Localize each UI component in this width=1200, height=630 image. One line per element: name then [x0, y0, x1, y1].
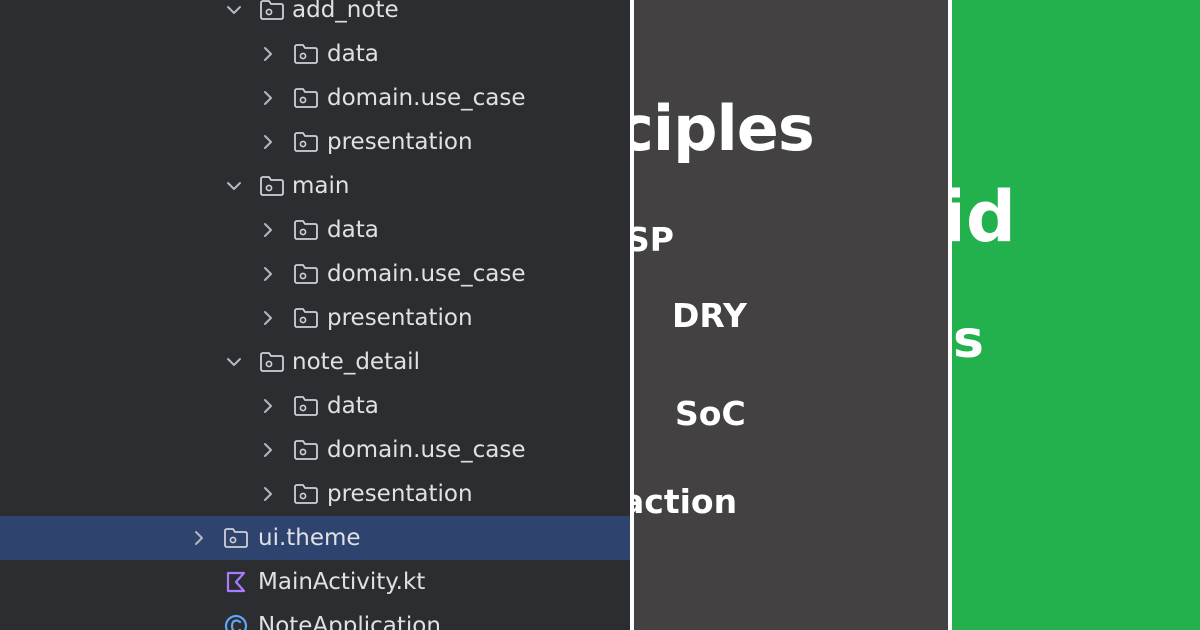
- principles-title: nciples: [634, 92, 815, 165]
- chevron-right-icon[interactable]: [256, 76, 280, 120]
- tree-row[interactable]: presentation: [0, 296, 630, 340]
- tree-row-label: main: [292, 173, 350, 199]
- tree-row-label: data: [327, 393, 379, 419]
- kotlin-class-icon: [222, 604, 250, 630]
- tree-row-label: data: [327, 217, 379, 243]
- package-folder-icon: [292, 252, 320, 296]
- green-heading: id: [952, 176, 1016, 258]
- tree-row[interactable]: presentation: [0, 120, 630, 164]
- chevron-right-icon[interactable]: [256, 296, 280, 340]
- tree-row-label: note_detail: [292, 349, 420, 375]
- chevron-right-icon[interactable]: [256, 428, 280, 472]
- chevron-right-icon[interactable]: [256, 208, 280, 252]
- tree-row-label: domain.use_case: [327, 261, 526, 287]
- package-folder-icon: [292, 428, 320, 472]
- chevron-right-icon[interactable]: [256, 472, 280, 516]
- tree-row[interactable]: data: [0, 32, 630, 76]
- tree-row[interactable]: main: [0, 164, 630, 208]
- tree-row[interactable]: presentation: [0, 472, 630, 516]
- tree-row-label: ui.theme: [258, 525, 361, 551]
- principle-item-dry: DRY: [672, 296, 747, 335]
- package-folder-icon: [258, 164, 286, 208]
- tree-row[interactable]: data: [0, 208, 630, 252]
- principle-item-sp: SP: [634, 220, 674, 259]
- principles-slide: nciples SP DRY SoC action: [634, 0, 948, 630]
- tree-row[interactable]: domain.use_case: [0, 428, 630, 472]
- package-folder-icon: [292, 76, 320, 120]
- package-folder-icon: [258, 340, 286, 384]
- green-slide: id s: [952, 0, 1200, 630]
- package-folder-icon: [258, 0, 286, 32]
- chevron-right-icon[interactable]: [256, 32, 280, 76]
- tree-row[interactable]: MainActivity.kt: [0, 560, 630, 604]
- package-folder-icon: [292, 384, 320, 428]
- kotlin-file-icon: [222, 560, 250, 604]
- tree-row[interactable]: note_detail: [0, 340, 630, 384]
- tree-row-label: MainActivity.kt: [258, 569, 426, 595]
- package-folder-icon: [292, 120, 320, 164]
- package-folder-icon: [292, 208, 320, 252]
- tree-row-label: presentation: [327, 129, 473, 155]
- tree-row-label: presentation: [327, 481, 473, 507]
- package-folder-icon: [292, 296, 320, 340]
- tree-row-label: NoteApplication: [258, 613, 441, 630]
- package-folder-icon: [292, 472, 320, 516]
- chevron-down-icon[interactable]: [222, 340, 246, 384]
- chevron-right-icon[interactable]: [187, 516, 211, 560]
- principle-item-action: action: [634, 482, 738, 521]
- tree-row-label: domain.use_case: [327, 437, 526, 463]
- tree-row[interactable]: domain.use_case: [0, 76, 630, 120]
- tree-row[interactable]: domain.use_case: [0, 252, 630, 296]
- chevron-down-icon[interactable]: [222, 0, 246, 32]
- chevron-right-icon[interactable]: [256, 384, 280, 428]
- tree-row[interactable]: NoteApplication: [0, 604, 630, 630]
- green-subheading: s: [953, 310, 984, 370]
- project-tree: add_notedata domain.use_case presentation m…: [0, 0, 630, 630]
- chevron-down-icon[interactable]: [222, 164, 246, 208]
- tree-row-label: presentation: [327, 305, 473, 331]
- chevron-right-icon[interactable]: [256, 252, 280, 296]
- tree-row-label: data: [327, 41, 379, 67]
- package-folder-icon: [292, 32, 320, 76]
- tree-row[interactable]: data: [0, 384, 630, 428]
- tree-row[interactable]: ui.theme: [0, 516, 630, 560]
- tree-row[interactable]: add_note: [0, 0, 630, 32]
- tree-row-label: domain.use_case: [327, 85, 526, 111]
- principle-item-soc: SoC: [675, 394, 746, 433]
- package-folder-icon: [222, 516, 250, 560]
- chevron-right-icon[interactable]: [256, 120, 280, 164]
- tree-row-label: add_note: [292, 0, 399, 23]
